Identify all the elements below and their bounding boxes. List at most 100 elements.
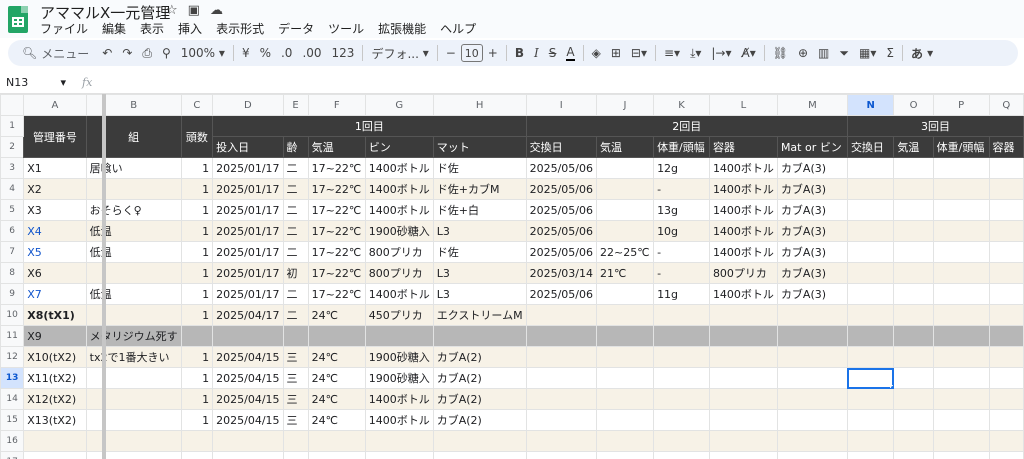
grid-cell[interactable]: 1 [180,283,214,305]
grid-cell[interactable] [932,262,990,284]
filter-views-icon[interactable]: ▦▾ [854,42,881,64]
grid-cell[interactable] [988,157,1024,179]
cloud-status-icon[interactable]: ☁ [210,3,223,18]
grid-cell[interactable] [653,304,710,326]
number-format-button[interactable]: 123 [327,42,360,64]
grid-cell[interactable] [988,220,1024,242]
column-header[interactable]: Q [988,94,1024,116]
header-cell-id[interactable]: 管理番号 [23,115,87,158]
grid-cell[interactable] [595,304,655,326]
grid-cell[interactable] [708,346,778,368]
grid-cell[interactable]: 2025/01/17 [212,262,284,284]
grid-cell[interactable] [525,325,597,347]
grid-cell[interactable] [212,430,284,452]
row-header[interactable]: 9 [0,283,25,305]
grid-cell[interactable]: メタリジウム死す [85,325,182,347]
grid-cell[interactable] [653,325,710,347]
grid-cell[interactable] [708,325,778,347]
grid-cell[interactable] [932,304,990,326]
column-header[interactable]: G [364,94,434,116]
grid-cell[interactable]: 1 [180,241,214,263]
grid-cell[interactable]: 低温 [85,220,182,242]
grid-cell[interactable]: 24℃ [307,346,366,368]
grid-cell[interactable] [708,430,778,452]
column-header[interactable]: L [708,94,778,116]
menu-item[interactable]: 編集 [102,20,126,37]
grid-cell[interactable] [893,304,934,326]
grid-cell[interactable]: エクストリームM [432,304,527,326]
grid-cell[interactable]: X12(tX2) [23,388,87,410]
grid-cell[interactable] [893,283,934,305]
grid-cell[interactable]: - [653,241,710,263]
text-wrap-icon[interactable]: |→▾ [706,42,736,64]
header-cell[interactable]: 齢 [282,136,309,158]
grid-cell[interactable]: 22~25℃ [595,241,655,263]
header-cell[interactable]: 交換日 [525,136,597,158]
grid-cell[interactable] [893,199,934,221]
grid-cell[interactable] [525,346,597,368]
grid-cell[interactable] [776,430,848,452]
menu-item[interactable]: ファイル [40,20,88,37]
grid-cell[interactable]: 1400ボトル [364,409,434,431]
grid-cell[interactable] [893,178,934,200]
grid-cell[interactable] [846,178,895,200]
menu-item[interactable]: ツール [328,20,364,37]
grid-cell[interactable] [595,367,655,389]
header-cell[interactable]: 体重/頭幅 [932,136,990,158]
grid-cell[interactable]: 二 [282,178,309,200]
grid-cell[interactable] [708,304,778,326]
column-header[interactable]: K [653,94,710,116]
grid-cell[interactable]: 2025/01/17 [212,283,284,305]
column-header[interactable]: O [893,94,934,116]
grid-cell[interactable]: 二 [282,304,309,326]
header-cell[interactable]: 体重/頭幅 [653,136,710,158]
grid-cell[interactable] [708,367,778,389]
menu-item[interactable]: 表示形式 [216,20,264,37]
grid-cell[interactable] [525,367,597,389]
grid-cell[interactable]: 11g [653,283,710,305]
grid-cell[interactable] [595,388,655,410]
text-rotate-icon[interactable]: A̸▾ [737,42,761,64]
fill-handle[interactable] [890,385,893,388]
grid-cell[interactable] [932,283,990,305]
grid-cell[interactable]: 13g [653,199,710,221]
selected-cell[interactable] [846,367,895,389]
grid-cell[interactable]: L3 [432,262,527,284]
grid-cell[interactable]: tx2で1番大きい [85,346,182,368]
grid-cell[interactable]: ド佐+白 [432,199,527,221]
header-cell[interactable]: 交換日 [846,136,895,158]
grid-cell[interactable] [932,157,990,179]
grid-cell[interactable] [525,304,597,326]
grid-cell[interactable]: 24℃ [307,388,366,410]
grid-cell[interactable] [988,199,1024,221]
grid-cell[interactable] [212,325,284,347]
grid-cell[interactable]: 2025/05/06 [525,199,597,221]
grid-cell[interactable]: 二 [282,220,309,242]
grid-cell[interactable] [212,451,284,459]
grid-cell[interactable]: 21℃ [595,262,655,284]
grid-cell[interactable] [23,451,87,459]
column-header[interactable]: E [282,94,309,116]
grid-cell[interactable] [988,346,1024,368]
grid-cell[interactable]: カブA(3) [776,283,848,305]
paint-format-icon[interactable]: ⚲ [157,42,176,64]
header-group-1[interactable]: 1回目 [212,115,527,137]
grid-cell[interactable] [525,430,597,452]
insert-link-icon[interactable]: ⛓ [768,42,793,64]
row-header[interactable]: 15 [0,409,25,431]
star-icon[interactable]: ☆ [166,3,178,18]
grid-cell[interactable] [846,325,895,347]
grid-cell[interactable]: 三 [282,367,309,389]
grid-cell[interactable] [432,451,527,459]
grid-cell[interactable]: 居喰い [85,157,182,179]
frozen-column-divider[interactable] [102,94,106,459]
grid-cell[interactable] [180,451,214,459]
grid-cell[interactable]: 二 [282,241,309,263]
grid-cell[interactable]: 1 [180,388,214,410]
font-select[interactable]: デフォ... ▾ [366,42,433,64]
grid-cell[interactable]: L3 [432,283,527,305]
column-header[interactable]: P [932,94,990,116]
grid-cell[interactable] [932,409,990,431]
column-header[interactable]: M [776,94,848,116]
grid-cell[interactable] [282,430,309,452]
